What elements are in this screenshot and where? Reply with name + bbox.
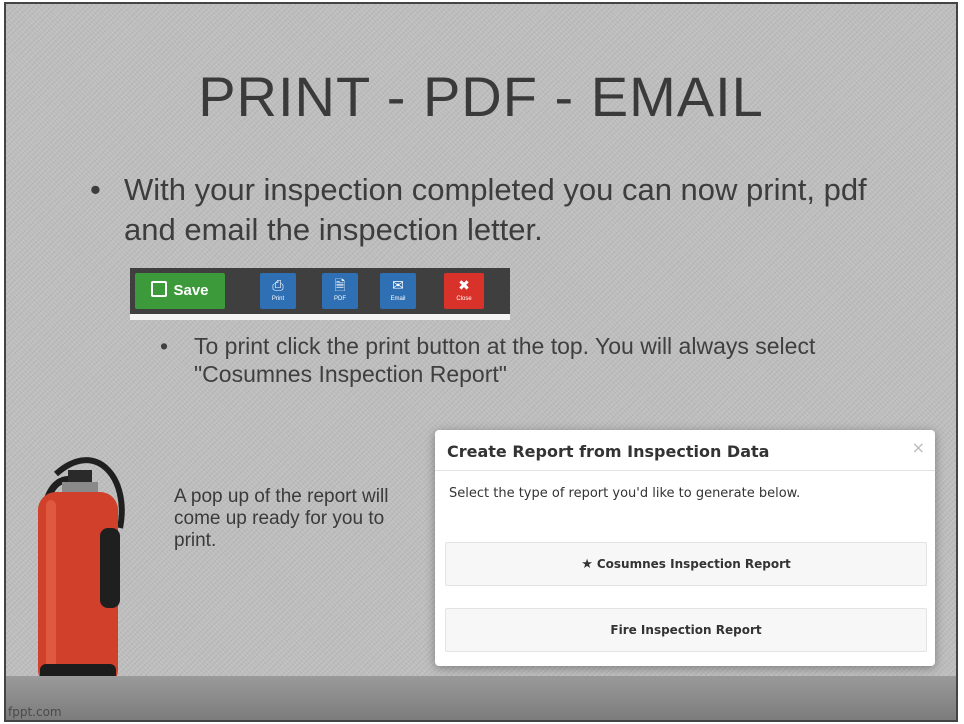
close-label: Close	[456, 296, 472, 302]
star-icon: ★	[581, 557, 593, 572]
save-button[interactable]: Save	[135, 273, 225, 309]
sub-bullet-text: To print click the print button at the t…	[194, 333, 816, 387]
save-label: Save	[173, 282, 209, 299]
cosumnes-report-label: Cosumnes Inspection Report	[596, 557, 791, 571]
pdf-button[interactable]: 🗎 PDF	[322, 273, 358, 309]
print-label: Print	[271, 296, 285, 302]
printer-icon: ⎙	[272, 277, 284, 293]
dialog-close-icon[interactable]: ×	[912, 440, 925, 456]
report-toolbar: Save ⎙ Print 🗎 PDF ✉ Email ✖ Close	[130, 268, 510, 320]
create-report-dialog: Create Report from Inspection Data × Sel…	[435, 430, 935, 666]
email-button[interactable]: ✉ Email	[380, 273, 416, 309]
presentation-slide: PRINT - PDF - EMAIL • With your inspecti…	[4, 2, 958, 722]
sub-bullet-point: •	[160, 333, 169, 359]
slide-title: PRINT - PDF - EMAIL	[198, 65, 764, 128]
cosumnes-report-button[interactable]: ★ Cosumnes Inspection Report	[445, 542, 927, 586]
main-bullet-text: With your inspection completed you can n…	[124, 172, 867, 247]
dialog-divider	[435, 470, 935, 471]
fire-report-label: Fire Inspection Report	[610, 623, 762, 637]
dialog-description: Select the type of report you'd like to …	[449, 486, 801, 501]
fire-report-button[interactable]: Fire Inspection Report	[445, 608, 927, 652]
document-icon: 🗎	[334, 277, 346, 293]
pdf-label: PDF	[334, 296, 346, 302]
print-button[interactable]: ⎙ Print	[260, 273, 296, 309]
save-icon	[151, 281, 168, 297]
close-button[interactable]: ✖ Close	[444, 273, 484, 309]
close-icon: ✖	[458, 277, 470, 293]
footer-brand: fppt.com	[8, 705, 62, 719]
dialog-title: Create Report from Inspection Data	[447, 442, 770, 461]
email-label: Email	[390, 296, 406, 302]
fire-extinguisher-image	[38, 457, 125, 694]
floor-band	[6, 676, 956, 720]
popup-note-text: A pop up of the report will come up read…	[174, 486, 389, 551]
bullet-point: •	[90, 172, 101, 207]
envelope-icon: ✉	[392, 277, 404, 293]
